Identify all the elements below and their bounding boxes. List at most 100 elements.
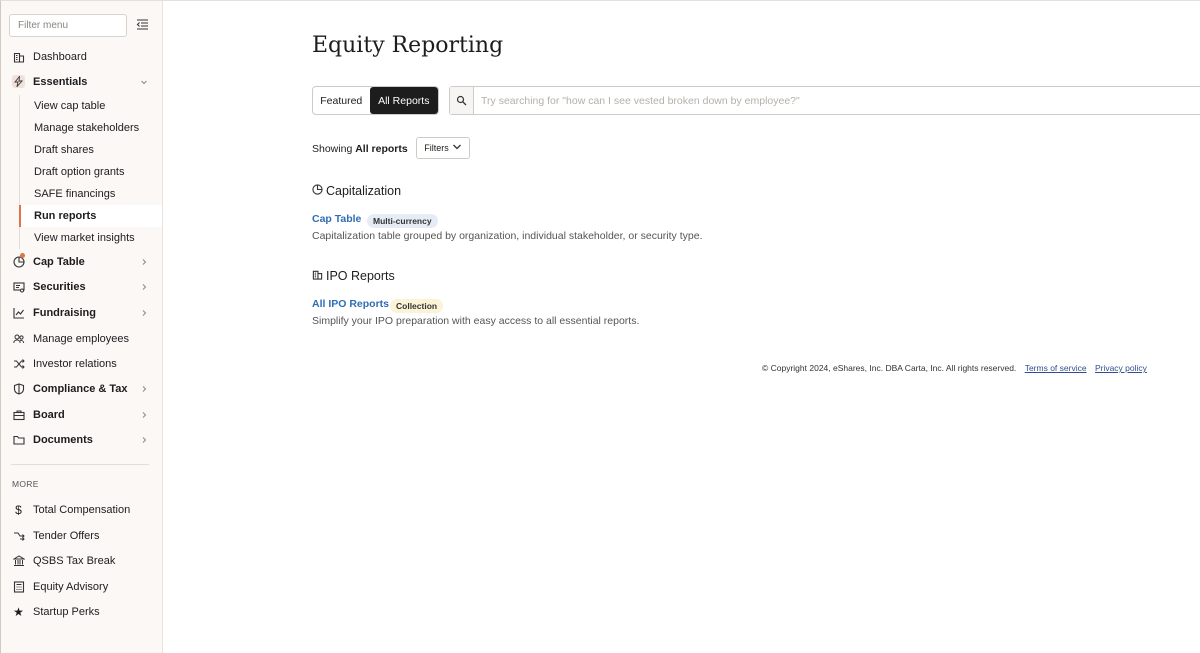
sidebar-subitem-draft-option-grants[interactable]: Draft option grants [19, 161, 162, 183]
notification-dot [20, 253, 25, 258]
copyright-text: © Copyright 2024, eShares, Inc. DBA Cart… [762, 363, 1017, 373]
sidebar-item-essentials[interactable]: Essentials [1, 71, 162, 93]
sidebar-item-documents[interactable]: Documents [1, 429, 162, 451]
report-tag: Multi-currency [367, 214, 438, 228]
sidebar-item-label: Essentials [33, 76, 88, 88]
sidebar-item-compliance-tax[interactable]: Compliance & Tax [1, 378, 162, 400]
sidebar-item-label: Total Compensation [33, 504, 131, 516]
dollar-icon: $ [15, 502, 22, 517]
bank-icon [12, 554, 25, 567]
growth-chart-icon [12, 306, 25, 319]
section-heading-ipo-reports: IPO Reports [312, 269, 395, 283]
certificate-icon [12, 280, 25, 293]
footer: © Copyright 2024, eShares, Inc. DBA Cart… [762, 363, 1147, 373]
page-title: Equity Reporting [312, 33, 504, 58]
showing-value: All reports [355, 143, 408, 155]
sidebar-subitem-draft-shares[interactable]: Draft shares [19, 139, 162, 161]
search-box [449, 86, 1200, 115]
sidebar-subitem-safe-financings[interactable]: SAFE financings [19, 183, 162, 205]
sidebar-subitem-run-reports[interactable]: Run reports [19, 205, 162, 227]
sidebar-item-securities[interactable]: Securities [1, 276, 162, 298]
collapse-sidebar-icon[interactable] [136, 18, 150, 32]
shuffle-icon [12, 357, 25, 370]
filter-row [9, 14, 159, 38]
sidebar-subitem-view-cap-table[interactable]: View cap table [19, 95, 162, 117]
sidebar-item-investor-relations[interactable]: Investor relations [1, 353, 162, 375]
sidebar-item-label: Compliance & Tax [33, 383, 128, 395]
showing-label: Showing All reports [312, 143, 408, 155]
calculator-icon [12, 580, 25, 593]
sidebar-item-label: Manage employees [33, 333, 130, 345]
report-tabs: Featured All Reports [312, 86, 439, 115]
shield-icon [12, 382, 25, 395]
bolt-icon [12, 75, 25, 88]
building-icon [12, 50, 25, 63]
chevron-right-icon [139, 257, 149, 267]
sidebar-item-manage-employees[interactable]: Manage employees [1, 328, 162, 350]
sidebar-subitem-label: Manage stakeholders [34, 122, 140, 134]
chevron-right-icon [139, 308, 149, 318]
report-link-cap-table[interactable]: Cap Table [312, 213, 361, 225]
sidebar-subitem-label: Draft shares [34, 144, 94, 156]
chevron-right-icon [139, 384, 149, 394]
sidebar-subitem-label: Draft option grants [34, 166, 125, 178]
sidebar-item-label: Dashboard [33, 51, 87, 63]
sidebar-subitem-label: View market insights [34, 232, 135, 244]
sidebar-item-qsbs-tax-break[interactable]: QSBS Tax Break [1, 550, 162, 572]
filter-menu-input[interactable] [9, 14, 127, 37]
report-description: Simplify your IPO preparation with easy … [312, 315, 640, 327]
sidebar-item-cap-table[interactable]: Cap Table [1, 251, 162, 273]
sidebar-item-total-compensation[interactable]: $ Total Compensation [1, 499, 162, 521]
sidebar-item-startup-perks[interactable]: ★ Startup Perks [1, 601, 162, 623]
showing-prefix: Showing [312, 143, 353, 155]
tab-all-reports[interactable]: All Reports [369, 87, 438, 114]
report-tag: Collection [390, 299, 444, 313]
section-title: IPO Reports [326, 269, 395, 283]
sidebar-item-label: Fundraising [33, 307, 96, 319]
filters-button[interactable]: Filters [416, 137, 470, 159]
pie-chart-icon [12, 253, 25, 268]
sidebar-subitem-label: View cap table [34, 100, 106, 112]
sidebar-item-label: Equity Advisory [33, 581, 109, 593]
sidebar-item-label: Investor relations [33, 358, 117, 370]
sidebar-item-fundraising[interactable]: Fundraising [1, 302, 162, 324]
folder-icon [12, 433, 25, 446]
tender-icon [12, 529, 25, 542]
chevron-right-icon [139, 410, 149, 420]
chevron-right-icon [139, 435, 149, 445]
sidebar-item-equity-advisory[interactable]: Equity Advisory [1, 576, 162, 598]
sidebar-item-dashboard[interactable]: Dashboard [1, 46, 162, 68]
sidebar-subitem-label: Run reports [34, 210, 97, 222]
sidebar-item-tender-offers[interactable]: Tender Offers [1, 525, 162, 547]
terms-of-service-link[interactable]: Terms of service [1025, 363, 1087, 373]
sidebar-subitem-manage-stakeholders[interactable]: Manage stakeholders [19, 117, 162, 139]
chevron-down-icon [139, 77, 149, 87]
privacy-policy-link[interactable]: Privacy policy [1095, 363, 1147, 373]
sidebar-item-label: Securities [33, 281, 86, 293]
filters-label: Filters [424, 143, 449, 153]
report-link-all-ipo-reports[interactable]: All IPO Reports [312, 298, 389, 310]
section-heading-capitalization: Capitalization [312, 184, 401, 198]
search-icon [450, 87, 474, 114]
sidebar: Dashboard Essentials View cap table Mana… [1, 1, 163, 653]
tab-featured[interactable]: Featured [313, 87, 370, 114]
chevron-right-icon [139, 282, 149, 292]
pie-chart-icon [312, 184, 323, 198]
building-icon [312, 269, 323, 283]
star-icon: ★ [13, 604, 24, 619]
report-description: Capitalization table grouped by organiza… [312, 230, 703, 242]
sidebar-item-board[interactable]: Board [1, 404, 162, 426]
main-content: Equity Reporting Featured All Reports Sh… [163, 1, 1200, 653]
search-input[interactable] [474, 87, 1200, 114]
sidebar-item-label: Startup Perks [33, 606, 100, 618]
sidebar-item-label: Cap Table [33, 256, 85, 268]
sidebar-subitem-view-market-insights[interactable]: View market insights [19, 227, 162, 249]
briefcase-icon [12, 408, 25, 421]
sidebar-item-label: QSBS Tax Break [33, 555, 116, 567]
sidebar-item-label: Board [33, 409, 65, 421]
chevron-down-icon [452, 143, 462, 153]
sidebar-item-label: Tender Offers [33, 530, 100, 542]
more-section-label: MORE [12, 479, 39, 489]
sidebar-subitem-label: SAFE financings [34, 188, 116, 200]
section-title: Capitalization [326, 184, 402, 198]
